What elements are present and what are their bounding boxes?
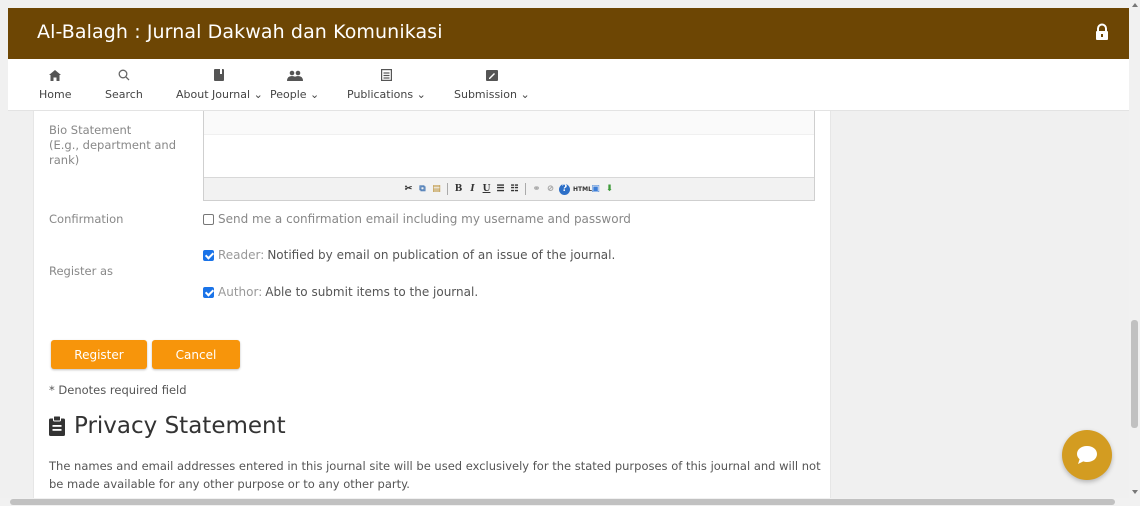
toolbar-divider: [525, 183, 526, 195]
reader-role: Reader:: [218, 248, 265, 262]
nav-people[interactable]: People ⌄: [270, 67, 319, 101]
scroll-up-arrow-icon[interactable]: [1132, 3, 1138, 7]
nav-submission-label: Submission: [454, 88, 517, 101]
people-icon: [286, 67, 303, 83]
horizontal-scrollbar[interactable]: [0, 498, 1129, 506]
registration-form: Bio Statement (E.g., department and rank…: [33, 111, 831, 498]
scroll-down-arrow-icon[interactable]: [1132, 490, 1138, 494]
reader-description: Notified by email on publication of an i…: [267, 248, 616, 262]
cancel-button[interactable]: Cancel: [152, 340, 240, 369]
privacy-heading: Privacy Statement: [49, 413, 286, 439]
privacy-text: The names and email addresses entered in…: [49, 459, 821, 491]
bio-statement-editor[interactable]: ✂ ⧉ ▤ B I U ☰ ☷ ⚭ ⊘ ? HTML ▣ ⬇: [203, 111, 815, 201]
chevron-down-icon: ⌄: [520, 88, 530, 101]
nav-publications-label: Publications: [347, 88, 414, 101]
lock-icon[interactable]: [1095, 23, 1109, 41]
image-icon[interactable]: ▣: [590, 184, 601, 195]
chevron-down-icon: ⌄: [416, 88, 426, 101]
list-icon: [380, 67, 392, 83]
search-icon: [118, 67, 130, 83]
confirmation-checkbox[interactable]: [203, 213, 214, 225]
horizontal-scroll-thumb[interactable]: [10, 499, 1115, 505]
editor-toolbar: ✂ ⧉ ▤ B I U ☰ ☷ ⚭ ⊘ ? HTML ▣ ⬇: [204, 177, 814, 200]
numbered-list-icon[interactable]: ☷: [509, 184, 520, 195]
author-checkbox[interactable]: [203, 286, 214, 298]
underline-icon[interactable]: U: [481, 184, 492, 195]
clipboard-icon: [49, 416, 65, 436]
chevron-down-icon: ⌄: [253, 88, 263, 101]
upload-icon[interactable]: ⬇: [604, 184, 615, 195]
confirmation-option[interactable]: Send me a confirmation email including m…: [203, 212, 631, 226]
italic-icon[interactable]: I: [467, 184, 478, 195]
nav-people-label: People: [270, 88, 307, 101]
chat-button[interactable]: [1062, 430, 1112, 480]
register-as-label: Register as: [49, 264, 114, 278]
bullet-list-icon[interactable]: ☰: [495, 184, 506, 195]
cut-icon[interactable]: ✂: [403, 184, 414, 195]
nav-about-journal-label: About Journal: [176, 88, 251, 101]
bold-icon[interactable]: B: [453, 184, 464, 195]
book-icon: [214, 67, 225, 83]
nav-publications[interactable]: Publications ⌄: [347, 67, 426, 101]
author-option[interactable]: Author: Able to submit items to the jour…: [203, 285, 478, 299]
author-role: Author:: [218, 285, 263, 299]
site-header: Al-Balagh : Jurnal Dakwah dan Komunikasi: [8, 8, 1129, 59]
vertical-scroll-thumb[interactable]: [1131, 320, 1138, 428]
home-icon: [49, 67, 62, 83]
privacy-title: Privacy Statement: [74, 413, 286, 439]
required-field-note: * Denotes required field: [49, 383, 187, 397]
register-button[interactable]: Register: [51, 340, 147, 369]
copy-icon[interactable]: ⧉: [417, 184, 428, 195]
nav-home-label: Home: [39, 88, 72, 101]
bio-statement-label: Bio Statement (E.g., department and rank…: [49, 123, 176, 167]
site-title[interactable]: Al-Balagh : Jurnal Dakwah dan Komunikasi: [37, 21, 443, 43]
nav-about-journal[interactable]: About Journal ⌄: [176, 67, 263, 101]
confirmation-text: Send me a confirmation email including m…: [218, 212, 631, 226]
vertical-scrollbar[interactable]: [1129, 0, 1140, 506]
reader-option[interactable]: Reader: Notified by email on publication…: [203, 248, 615, 262]
nav-home[interactable]: Home: [39, 67, 71, 101]
chevron-down-icon: ⌄: [310, 88, 320, 101]
nav-search-label: Search: [105, 88, 143, 101]
reader-checkbox[interactable]: [203, 249, 214, 261]
help-icon[interactable]: ?: [559, 183, 570, 195]
confirmation-label: Confirmation: [49, 212, 124, 226]
unlink-icon[interactable]: ⊘: [545, 184, 556, 195]
paste-icon[interactable]: ▤: [431, 184, 442, 195]
main-nav: Home Search About Journal ⌄ People ⌄ Pub…: [8, 59, 1129, 111]
edit-icon: [485, 67, 498, 83]
link-icon[interactable]: ⚭: [531, 184, 542, 195]
editor-text-area[interactable]: [204, 111, 814, 135]
chat-bubble-icon: [1077, 446, 1097, 464]
nav-search[interactable]: Search: [105, 67, 143, 101]
author-description: Able to submit items to the journal.: [265, 285, 479, 299]
nav-submission[interactable]: Submission ⌄: [454, 67, 530, 101]
html-icon[interactable]: HTML: [573, 184, 592, 195]
toolbar-divider: [447, 183, 448, 195]
